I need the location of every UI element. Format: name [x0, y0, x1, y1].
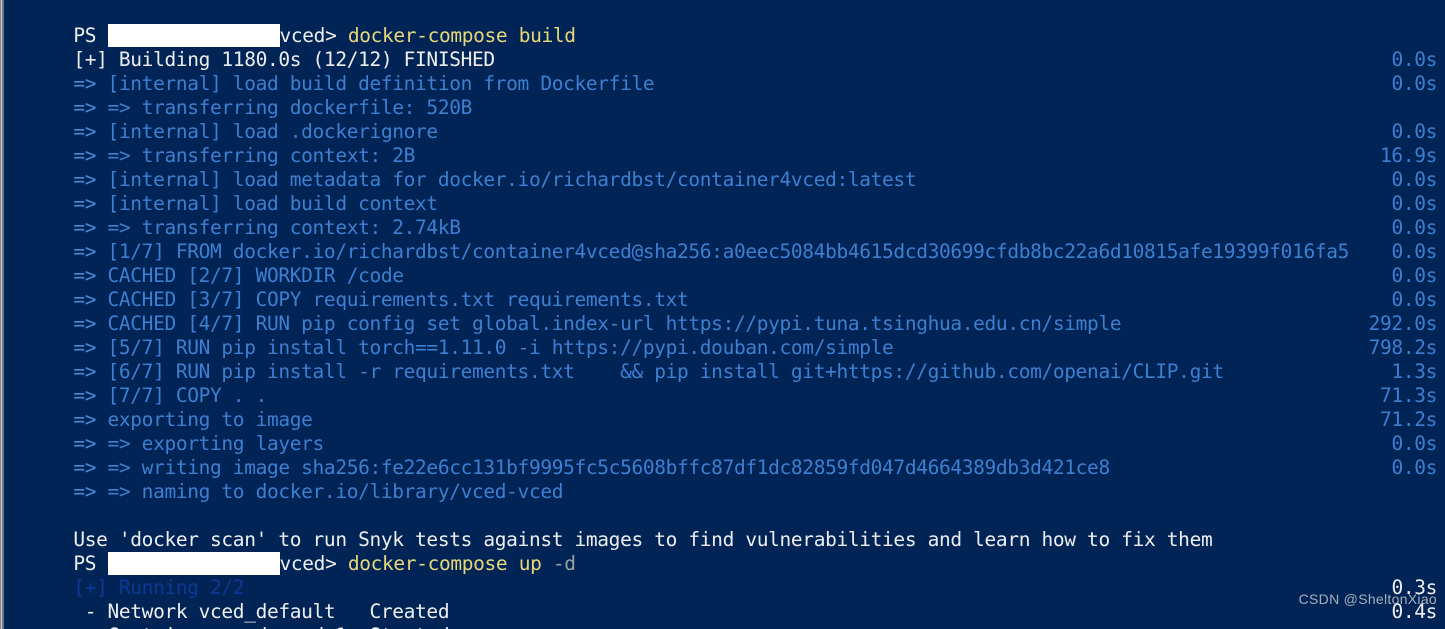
build-step-row: => [internal] load build context 0.0s — [4, 168, 1445, 215]
build-step-row: => [internal] load build definition from… — [4, 48, 1445, 95]
build-step-row: => exporting to image 71.3s — [4, 384, 1445, 431]
build-step-row: => CACHED [4/7] RUN pip config set globa… — [4, 288, 1445, 335]
prompt-line-build: PS vced> docker-compose build — [4, 0, 1445, 47]
step-time: 0.0s — [1391, 168, 1437, 191]
build-step-row: => [1/7] FROM docker.io/richardbst/conta… — [4, 216, 1445, 263]
step-time: 292.0s — [1368, 312, 1438, 335]
step-time: 1.3s — [1391, 360, 1437, 383]
step-time: 0.0s — [1391, 192, 1437, 215]
terminal-screen: PS vced> docker-compose build [+] Buildi… — [4, 0, 1445, 629]
build-step-row: => CACHED [3/7] COPY requirements.txt re… — [4, 264, 1445, 311]
step-time: 0.0s — [1391, 120, 1437, 143]
build-step-row: => [7/7] COPY . . 1.3s — [4, 360, 1445, 407]
build-step-row: => => naming to docker.io/library/vced-v… — [4, 456, 1445, 503]
scrollbar-edge[interactable] — [0, 0, 4, 629]
build-step-row: => [internal] load metadata for docker.i… — [4, 144, 1445, 191]
step-time: 0.0s — [1391, 288, 1437, 311]
step-time: 798.2s — [1368, 336, 1438, 359]
step-time: 0.0s — [1391, 216, 1437, 239]
step-time: 71.2s — [1380, 408, 1437, 431]
build-step-row: => => transferring dockerfile: 520B 0.0s — [4, 72, 1445, 119]
step-time: 0.0s — [1391, 72, 1437, 95]
build-step-row: => [5/7] RUN pip install torch==1.11.0 -… — [4, 312, 1445, 359]
build-step-row: => [internal] load .dockerignore — [4, 96, 1445, 143]
running-header-line: [+] Running 2/2 — [4, 552, 1445, 599]
resource-row: - Network vced_default Created 0.3s — [4, 576, 1445, 623]
resource-text: - Container vced-vced-1 Started — [73, 624, 450, 629]
step-time: 0.0s — [1391, 456, 1437, 479]
build-step-row: => CACHED [2/7] WORKDIR /code 0.0s — [4, 240, 1445, 287]
step-time: 0.0s — [1391, 240, 1437, 263]
csdn-watermark: CSDN @SheltonXiao — [1298, 591, 1437, 607]
build-step-row: => => writing image sha256:fe22e6cc131bf… — [4, 432, 1445, 479]
step-time: 71.3s — [1380, 384, 1437, 407]
step-time: 0.0s — [1391, 48, 1437, 71]
build-step-row: => => exporting layers 71.2s — [4, 408, 1445, 455]
prompt-line-up: PS vced> docker-compose up -d — [4, 528, 1445, 575]
build-header-line: [+] Building 1180.0s (12/12) FINISHED — [4, 24, 1445, 71]
resource-row: - Container vced-vced-1 Started0.4s — [4, 600, 1445, 629]
build-step-row: => [6/7] RUN pip install -r requirements… — [4, 336, 1445, 383]
step-time: 0.0s — [1391, 432, 1437, 455]
snyk-notice-line: Use 'docker scan' to run Snyk tests agai… — [4, 504, 1445, 551]
build-step-row: => => transferring context: 2B 0.0s — [4, 120, 1445, 167]
build-step-row: => => transferring context: 2.74kB 0.0s — [4, 192, 1445, 239]
terminal-window: PS vced> docker-compose build [+] Buildi… — [0, 0, 1445, 629]
step-time: 0.0s — [1391, 264, 1437, 287]
step-time: 16.9s — [1380, 144, 1437, 167]
